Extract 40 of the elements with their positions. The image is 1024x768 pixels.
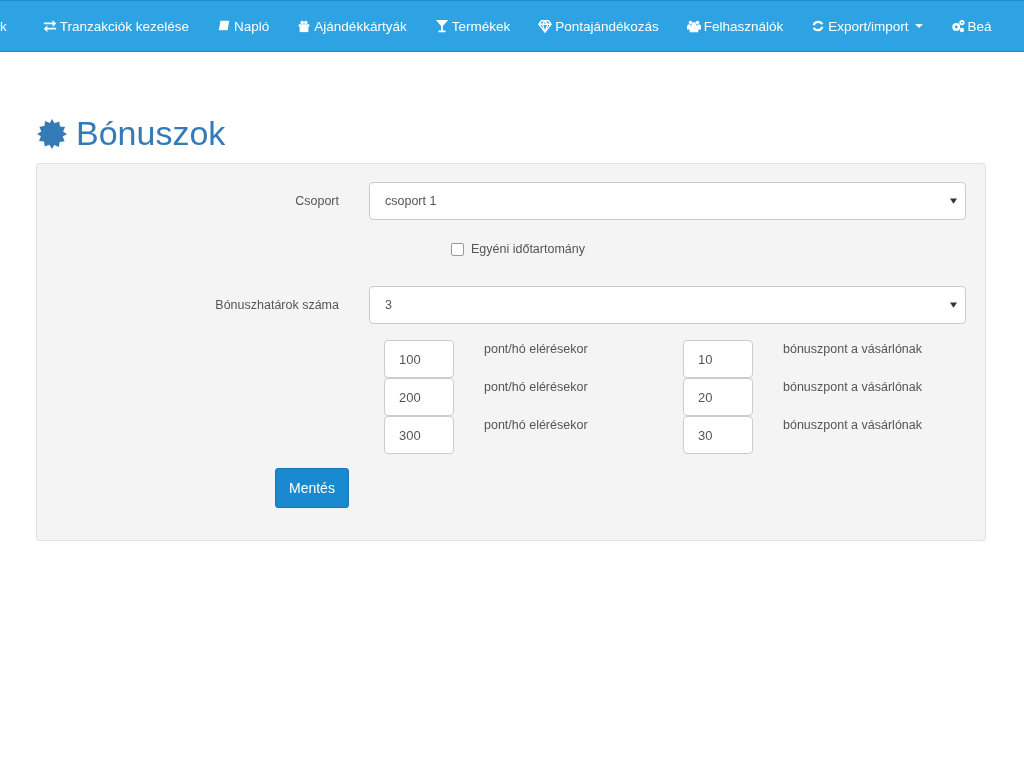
bonus-label: bónuszpont a vásárlónak [782,417,922,432]
nav-link[interactable]: Termékek [420,18,525,34]
group-select[interactable]: csoport 1 [369,182,966,220]
nav-link[interactable]: Felhasználók [672,18,798,34]
page-title: Bónuszok [76,114,226,153]
dropdown-arrow-icon [950,198,957,204]
points-label: pont/hó elérésekor [483,417,589,432]
points-input[interactable]: 200 [384,378,454,416]
nav-link[interactable]: Tranzakciók kezelése [28,18,204,34]
bonus-label: bónuszpont a vásárlónak [782,341,922,356]
field-label: Bónuszhatárok száma [214,298,339,312]
gift-icon [297,19,312,33]
save-button[interactable]: Mentés [275,468,349,508]
bonus-label: bónuszpont a vásárlónak [782,379,922,394]
nav-link[interactable]: Napló [203,18,284,34]
points-input[interactable]: 300 [384,416,454,454]
nav-link[interactable]: Ajándékkártyák [283,18,421,34]
points-input[interactable]: 100 [384,340,454,378]
bonus-input[interactable]: 20 [683,378,753,416]
field-label: Csoport [294,194,339,208]
nav-link[interactable]: k [0,18,29,34]
book-icon [217,19,232,33]
points-label: pont/hó elérésekor [483,379,589,394]
nav-link[interactable]: Pontajándékozás [524,18,673,34]
starburst-icon [36,117,68,150]
custom-range-checkbox[interactable]: Egyéni időtartomány [437,242,585,256]
nav-link[interactable]: Beá [936,18,992,34]
cocktail-glass-icon [434,19,449,33]
points-label: pont/hó elérésekor [483,341,589,356]
bonus-input[interactable]: 10 [683,340,753,378]
diamond-icon [538,19,553,33]
refresh-icon [811,19,826,33]
cogs-icon [950,19,965,33]
nav-link[interactable]: Export/import [797,18,937,34]
count-select[interactable]: 3 [369,286,966,324]
bonus-input[interactable]: 30 [683,416,753,454]
users-icon [686,19,701,33]
swap-arrows-icon [42,19,57,33]
dropdown-arrow-icon [950,302,957,308]
caret-icon [914,24,923,28]
